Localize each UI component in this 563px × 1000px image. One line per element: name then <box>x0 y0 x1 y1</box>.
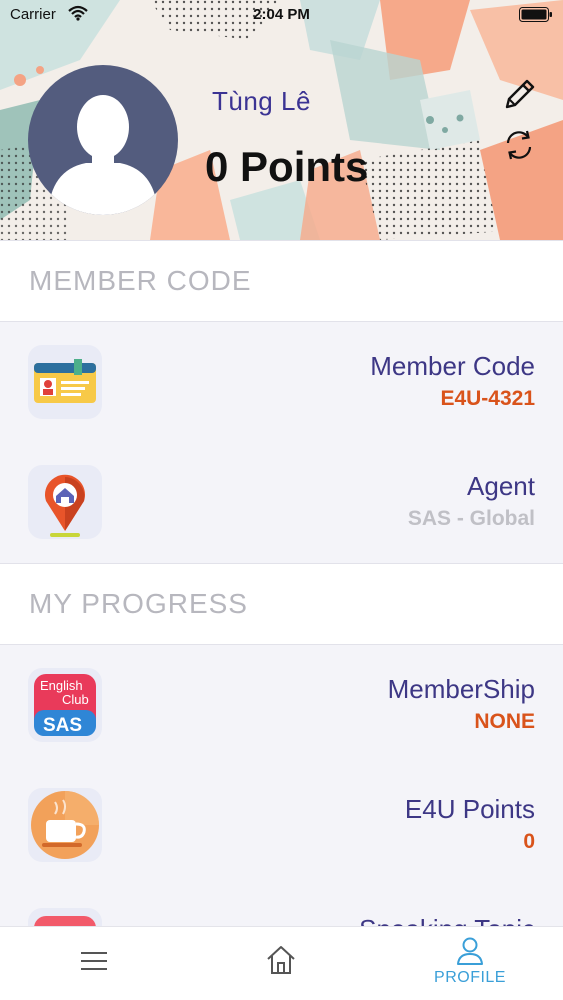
home-icon[interactable] <box>264 943 298 977</box>
avatar[interactable] <box>28 65 178 215</box>
member-code-row[interactable]: Member Code E4U-4321 <box>0 323 563 443</box>
membership-label: MemberShip <box>387 674 535 704</box>
menu-icon[interactable] <box>78 945 110 977</box>
agent-row[interactable]: Agent SAS - Global <box>0 443 563 563</box>
membership-value: NONE <box>474 710 535 733</box>
member-code-label: Member Code <box>370 351 535 381</box>
agent-value: SAS - Global <box>407 507 535 530</box>
section-title: MY PROGRESS <box>29 588 248 619</box>
english-club-line1: English <box>40 678 83 693</box>
member-code-value: E4U-4321 <box>440 387 535 410</box>
points-total: 0 Points <box>205 143 369 190</box>
tab-profile[interactable]: PROFILE <box>420 935 520 995</box>
agent-label: Agent <box>467 471 535 501</box>
coffee-cup-icon <box>28 788 102 862</box>
edit-pencil-icon[interactable] <box>500 76 538 114</box>
english-club-sas-icon: English Club SAS <box>28 668 102 742</box>
e4u-points-row[interactable]: E4U Points 0 <box>0 766 563 886</box>
id-card-icon <box>28 345 102 419</box>
profile-header: Carrier 2:04 PM Tùng Lê 0 Points <box>0 0 563 240</box>
user-name: Tùng Lê <box>212 86 311 116</box>
tab-bar: PROFILE <box>0 926 563 1000</box>
english-club-line2: Club <box>62 692 89 707</box>
membership-row[interactable]: English Club SAS MemberShip NONE <box>0 646 563 766</box>
section-header-my-progress: MY PROGRESS <box>0 563 563 645</box>
status-time: 2:04 PM <box>253 6 310 23</box>
tab-profile-label: PROFILE <box>434 969 506 986</box>
section-header-member-code: MEMBER CODE <box>0 240 563 322</box>
user-silhouette-icon <box>48 95 158 215</box>
location-pin-icon <box>28 465 102 539</box>
english-club-line3: SAS <box>43 715 82 736</box>
refresh-icon[interactable] <box>500 126 538 164</box>
e4u-points-label: E4U Points <box>404 794 535 824</box>
battery-icon <box>519 7 552 22</box>
e4u-points-value: 0 <box>523 830 535 853</box>
section-title: MEMBER CODE <box>29 265 252 296</box>
user-icon <box>457 937 483 965</box>
status-bar: Carrier 2:04 PM <box>0 0 563 30</box>
